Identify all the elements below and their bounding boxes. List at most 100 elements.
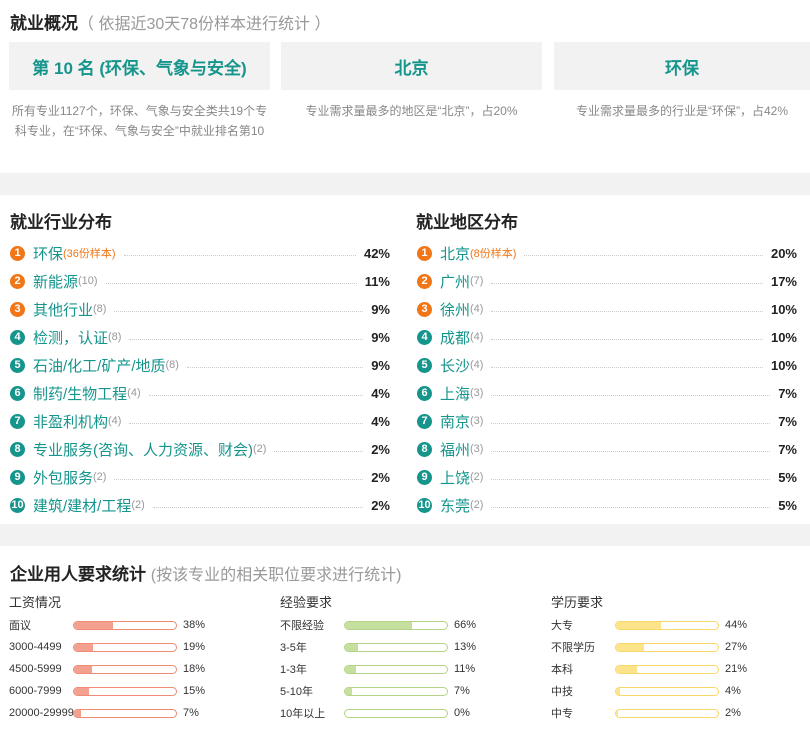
region-item[interactable]: 8 福州 (3) 7% (417, 435, 797, 463)
stat-label: 中技 (551, 686, 573, 698)
progress-fill (74, 709, 82, 717)
region-name[interactable]: 长沙 (440, 355, 470, 376)
industry-item[interactable]: 9 外包服务 (2) 2% (10, 463, 390, 491)
rank-card-label: 第 10 名 (环保、气象与安全) (32, 58, 247, 78)
industry-item[interactable]: 1 环保 (36份样本) 42% (10, 239, 390, 267)
industry-name[interactable]: 制药/生物工程 (33, 383, 127, 404)
industry-name[interactable]: 检测，认证 (33, 327, 108, 348)
progress-fill (616, 621, 661, 629)
sample-count: (8) (165, 359, 179, 371)
region-name[interactable]: 广州 (440, 271, 470, 292)
stat-percentage: 13% (454, 641, 477, 653)
industry-item[interactable]: 4 检测，认证 (8) 9% (10, 323, 390, 351)
requirements-header: 企业用人要求统计 (按该专业的相关职位要求进行统计) (10, 560, 401, 585)
stat-percentage: 27% (725, 641, 748, 653)
region-name[interactable]: 北京 (440, 243, 470, 264)
sample-count: (2) (470, 471, 484, 483)
industry-name[interactable]: 外包服务 (33, 467, 93, 488)
column-title: 经验要求 (280, 595, 333, 610)
progress-bar (615, 620, 719, 630)
rank-card: 第 10 名 (环保、气象与安全) (9, 42, 270, 90)
dotted-leader (105, 282, 357, 284)
industry-item[interactable]: 5 石油/化工/矿产/地质 (8) 9% (10, 351, 390, 379)
stat-row: 中专 2% (551, 702, 791, 724)
stat-row: 4500-5999 18% (9, 658, 249, 680)
percentage: 4% (371, 385, 390, 401)
region-item[interactable]: 2 广州 (7) 17% (417, 267, 797, 295)
industry-name[interactable]: 非盈利机构 (33, 411, 108, 432)
industry-name[interactable]: 石油/化工/矿产/地质 (33, 355, 166, 376)
region-name[interactable]: 东莞 (440, 495, 470, 516)
rank-badge: 9 (10, 469, 25, 485)
rank-badge: 3 (10, 301, 25, 317)
sample-count: (4) (470, 331, 484, 343)
sample-count: (2) (253, 443, 267, 455)
industry-name[interactable]: 环保 (33, 243, 63, 264)
stat-row: 本科 21% (551, 658, 791, 680)
progress-fill (616, 687, 621, 695)
industry-item[interactable]: 6 制药/生物工程 (4) 4% (10, 379, 390, 407)
industry-name[interactable]: 建筑/建材/工程 (33, 495, 131, 516)
region-title: 就业地区分布 (416, 213, 518, 232)
region-item[interactable]: 6 上海 (3) 7% (417, 379, 797, 407)
progress-bar (615, 642, 719, 652)
region-item[interactable]: 3 徐州 (4) 10% (417, 295, 797, 323)
region-list: 1 北京 (8份样本) 20% 2 广州 (7) 17% 3 徐州 (4) 10% 4 成都 (4) 10% 5… (417, 239, 797, 519)
region-name[interactable]: 南京 (440, 411, 470, 432)
progress-fill (616, 709, 619, 717)
dotted-leader (148, 394, 364, 396)
industry-name[interactable]: 其他行业 (33, 299, 93, 320)
stat-percentage: 7% (183, 707, 199, 719)
region-name[interactable]: 成都 (440, 327, 470, 348)
percentage: 10% (770, 301, 797, 317)
industry-title: 就业行业分布 (10, 213, 112, 232)
rank-card-desc: 所有专业1127个，环保、气象与安全类共19个专科专业，在“环保、气象与安全”中… (11, 104, 268, 138)
stat-label: 1-3年 (280, 664, 307, 676)
industry-item[interactable]: 7 非盈利机构 (4) 4% (10, 407, 390, 435)
stat-label: 20000-29999 (9, 707, 74, 719)
sample-count: (2) (131, 499, 145, 511)
percentage: 4% (371, 413, 390, 429)
top-region-card: 北京 (281, 42, 542, 90)
industry-name[interactable]: 专业服务(咨询、人力资源、财会) (33, 439, 253, 460)
rank-badge: 6 (417, 385, 432, 401)
industry-item[interactable]: 2 新能源 (10) 11% (10, 267, 390, 295)
rank-badge: 8 (10, 441, 25, 457)
stat-percentage: 21% (725, 663, 748, 675)
industry-item[interactable]: 10 建筑/建材/工程 (2) 2% (10, 491, 390, 519)
overview-header: 就业概况（ 依据近30天78份样本进行统计 ） (10, 9, 331, 34)
industry-item[interactable]: 3 其他行业 (8) 9% (10, 295, 390, 323)
region-name[interactable]: 徐州 (440, 299, 470, 320)
region-item[interactable]: 7 南京 (3) 7% (417, 407, 797, 435)
stat-label: 5-10年 (280, 686, 314, 698)
percentage: 2% (371, 469, 390, 485)
progress-bar (73, 642, 177, 652)
region-name[interactable]: 上海 (440, 383, 470, 404)
dotted-leader (129, 338, 364, 340)
industry-item[interactable]: 8 专业服务(咨询、人力资源、财会) (2) 2% (10, 435, 390, 463)
overview-title: 就业概况 (10, 14, 78, 33)
region-item[interactable]: 10 东莞 (2) 5% (417, 491, 797, 519)
region-name[interactable]: 福州 (440, 439, 470, 460)
section-divider (0, 524, 810, 546)
industry-name[interactable]: 新能源 (33, 271, 78, 292)
dotted-leader (123, 254, 356, 256)
dotted-leader (274, 450, 364, 452)
percentage: 7% (778, 413, 797, 429)
region-item[interactable]: 4 成都 (4) 10% (417, 323, 797, 351)
progress-fill (616, 665, 638, 673)
percentage: 11% (364, 273, 390, 289)
stat-row: 20000-29999 7% (9, 702, 249, 724)
stat-row: 3-5年 13% (280, 636, 520, 658)
stat-percentage: 11% (454, 663, 476, 675)
region-item[interactable]: 1 北京 (8份样本) 20% (417, 239, 797, 267)
region-item[interactable]: 9 上饶 (2) 5% (417, 463, 797, 491)
stat-label: 面议 (9, 620, 31, 632)
stat-row: 面议 38% (9, 614, 249, 636)
progress-bar (73, 620, 177, 630)
region-name[interactable]: 上饶 (440, 467, 470, 488)
rank-badge: 7 (417, 413, 432, 429)
region-item[interactable]: 5 长沙 (4) 10% (417, 351, 797, 379)
dotted-leader (491, 282, 763, 284)
dotted-leader (491, 506, 771, 508)
